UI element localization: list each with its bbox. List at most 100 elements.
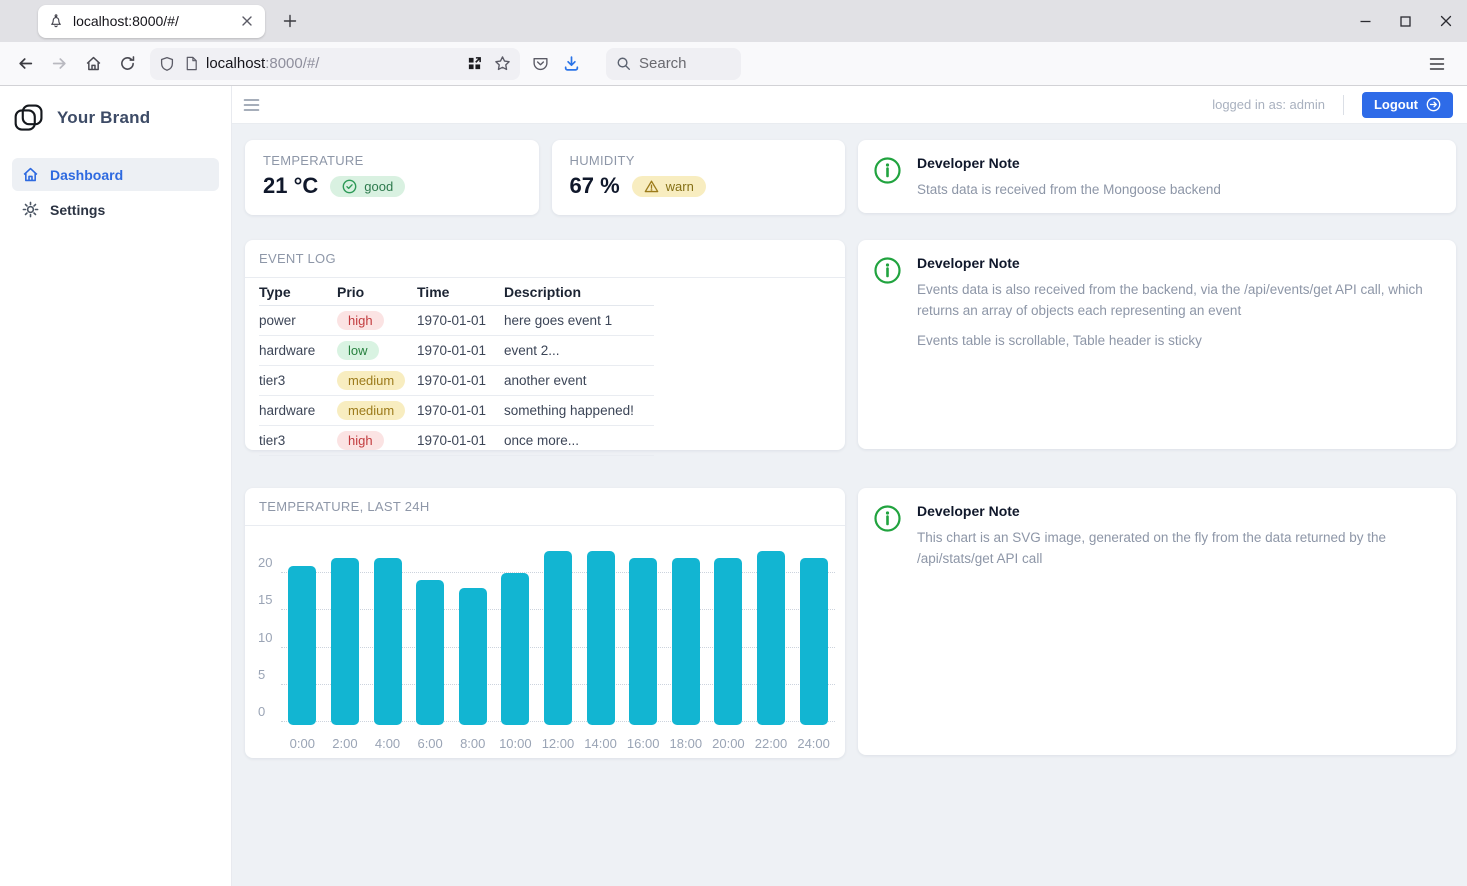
extensions-grid-icon[interactable] [467, 56, 482, 71]
brand: Your Brand [0, 86, 231, 156]
shield-icon[interactable] [159, 56, 175, 72]
logout-button[interactable]: Logout [1362, 92, 1453, 118]
chart-bar [800, 558, 828, 725]
menu-icon[interactable] [1425, 53, 1449, 75]
home-icon[interactable] [76, 48, 110, 80]
chart-bar [416, 580, 444, 725]
cell-time: 1970-01-01 [417, 343, 504, 358]
browser-search[interactable] [606, 48, 741, 80]
prio-pill: high [337, 311, 384, 330]
browser-tab[interactable]: localhost:8000/#/ [38, 5, 265, 38]
developer-note-card: Developer Note Stats data is received fr… [858, 140, 1456, 213]
logout-arrow-icon [1426, 97, 1441, 112]
sidebar-item-label: Dashboard [50, 167, 123, 183]
x-axis-label: 6:00 [409, 736, 452, 751]
close-icon[interactable] [239, 13, 255, 29]
x-axis-label: 0:00 [281, 736, 324, 751]
new-tab-icon[interactable] [279, 10, 301, 32]
temperature-value: 21 °C [263, 173, 318, 199]
warning-triangle-icon [644, 179, 659, 194]
browser-tab-bar: localhost:8000/#/ [0, 0, 1467, 42]
note-text: This chart is an SVG image, generated on… [917, 528, 1440, 570]
table-row: tier3medium1970-01-01another event [259, 366, 654, 396]
x-axis-label: 20:00 [707, 736, 750, 751]
x-axis-label: 8:00 [451, 736, 494, 751]
bell-favicon [48, 13, 64, 29]
sidebar: Your Brand Dashboard Settings [0, 86, 232, 886]
app-topbar: logged in as: admin Logout [232, 86, 1467, 124]
humidity-value: 67 % [570, 173, 620, 199]
y-axis-label: 0 [258, 704, 282, 719]
page-icon[interactable] [184, 56, 199, 71]
event-log-title: EVENT LOG [259, 251, 336, 266]
search-input[interactable] [639, 55, 729, 72]
cell-prio: medium [337, 371, 417, 390]
developer-note-card: Developer Note Events data is also recei… [858, 240, 1456, 449]
status-badge-warn: warn [632, 176, 706, 197]
col-type: Type [259, 284, 337, 300]
x-axis-label: 10:00 [494, 736, 537, 751]
note-text: Stats data is received from the Mongoose… [917, 180, 1221, 201]
x-axis-label: 12:00 [537, 736, 580, 751]
prio-pill: low [337, 341, 379, 360]
x-axis-label: 22:00 [750, 736, 793, 751]
chart-bar [672, 558, 700, 725]
back-icon[interactable] [8, 48, 42, 80]
cell-type: hardware [259, 343, 337, 358]
note-text: Events table is scrollable, Table header… [917, 331, 1440, 352]
bookmark-star-icon[interactable] [494, 55, 511, 72]
brand-logo [13, 101, 45, 135]
info-circle-icon [874, 157, 901, 184]
temperature-chart-card: TEMPERATURE, LAST 24H 05101520 0:002:004… [245, 488, 845, 758]
maximize-icon[interactable] [1399, 15, 1412, 28]
search-icon [616, 56, 631, 71]
x-axis-label: 24:00 [792, 736, 835, 751]
browser-toolbar: localhost:8000/#/ [0, 42, 1467, 86]
chart-bar [629, 558, 657, 725]
status-badge-good: good [330, 176, 405, 197]
url-bar[interactable]: localhost:8000/#/ [150, 48, 520, 80]
minimize-icon[interactable] [1359, 15, 1372, 28]
sidebar-item-dashboard[interactable]: Dashboard [12, 158, 219, 191]
humidity-label: HUMIDITY [570, 153, 828, 168]
event-table[interactable]: Type Prio Time Description powerhigh1970… [259, 279, 654, 456]
logged-in-text: logged in as: admin [1212, 97, 1325, 112]
sidebar-item-settings[interactable]: Settings [12, 193, 219, 226]
cell-time: 1970-01-01 [417, 433, 504, 448]
developer-note-card: Developer Note This chart is an SVG imag… [858, 488, 1456, 755]
table-row: hardwarelow1970-01-01event 2... [259, 336, 654, 366]
temperature-card: TEMPERATURE 21 °C good [245, 140, 539, 215]
note-title: Developer Note [917, 155, 1221, 171]
x-axis-label: 16:00 [622, 736, 665, 751]
table-row: hardwaremedium1970-01-01something happen… [259, 396, 654, 426]
pocket-icon[interactable] [532, 55, 549, 72]
reload-icon[interactable] [110, 48, 144, 80]
chart-bar [331, 558, 359, 725]
bar-chart: 05101520 0:002:004:006:008:0010:0012:001… [245, 526, 845, 758]
forward-icon[interactable] [42, 48, 76, 80]
chart-bar [459, 588, 487, 725]
y-axis-label: 5 [258, 667, 282, 682]
cell-type: tier3 [259, 373, 337, 388]
cell-time: 1970-01-01 [417, 373, 504, 388]
chart-bar [374, 558, 402, 725]
sidebar-toggle-icon[interactable] [243, 98, 260, 112]
x-axis-label: 4:00 [366, 736, 409, 751]
col-prio: Prio [337, 284, 417, 300]
info-circle-icon [874, 505, 901, 532]
col-description: Description [504, 284, 654, 300]
download-icon[interactable] [563, 55, 580, 72]
url-text[interactable]: localhost:8000/#/ [206, 55, 467, 72]
window-close-icon[interactable] [1439, 14, 1453, 28]
prio-pill: medium [337, 401, 405, 420]
x-axis-label: 14:00 [579, 736, 622, 751]
tab-title: localhost:8000/#/ [73, 13, 239, 29]
x-axis-label: 18:00 [664, 736, 707, 751]
cell-prio: low [337, 341, 417, 360]
prio-pill: high [337, 431, 384, 450]
chart-bar [757, 551, 785, 725]
cell-description: something happened! [504, 403, 654, 418]
gear-icon [22, 201, 39, 218]
y-axis-label: 15 [258, 592, 282, 607]
prio-pill: medium [337, 371, 405, 390]
